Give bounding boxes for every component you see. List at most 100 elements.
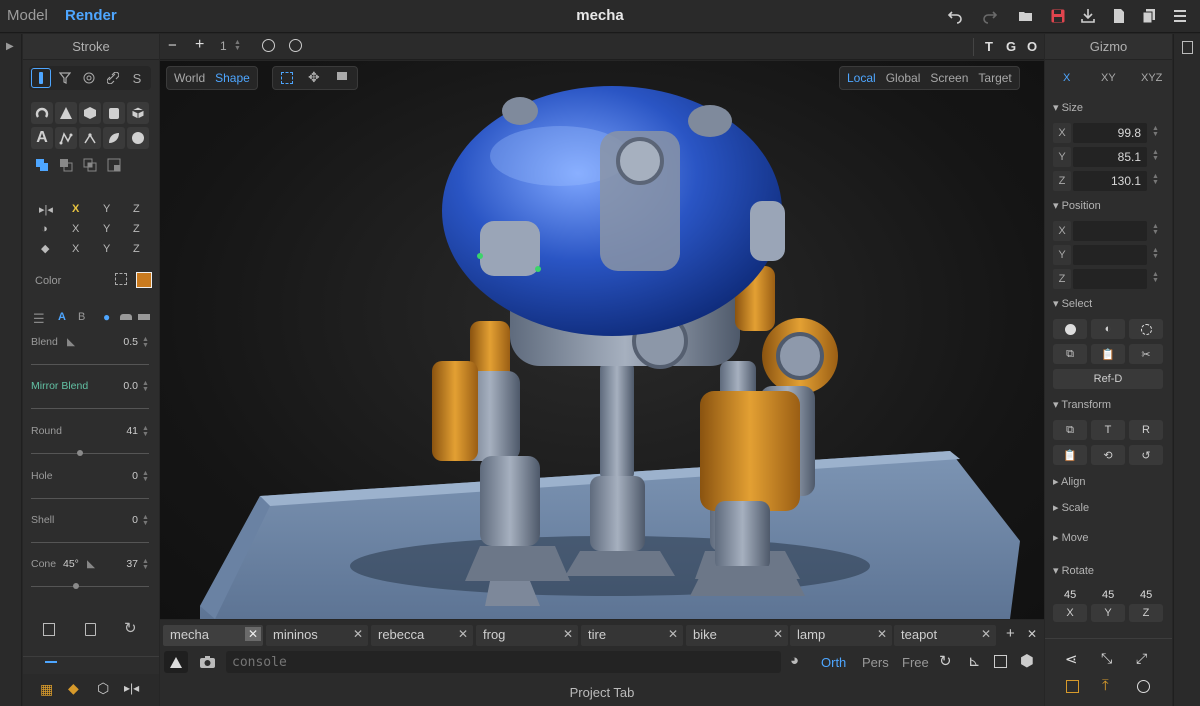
cube-icon[interactable] <box>127 102 149 124</box>
orient-toggle[interactable]: O <box>1027 39 1037 54</box>
round-value[interactable]: 41 <box>118 425 138 437</box>
union-mode-icon[interactable] <box>31 154 53 176</box>
console-input[interactable] <box>226 651 781 673</box>
menu-icon[interactable] <box>1170 6 1190 26</box>
move-section[interactable]: ▸ Move <box>1053 531 1088 544</box>
perspective-button[interactable]: Pers <box>862 655 889 670</box>
intersect-mode-icon[interactable] <box>79 154 101 176</box>
transform-r-button[interactable]: R <box>1129 420 1163 440</box>
sym-x-toggle[interactable]: X <box>72 223 79 235</box>
rotate-z-button[interactable]: Z <box>1129 604 1163 622</box>
gizmo-toggle[interactable]: G <box>1006 39 1016 54</box>
undo-icon[interactable] <box>945 6 965 26</box>
link-tool-icon[interactable] <box>103 68 123 88</box>
mirror-blend-value[interactable]: 0.0 <box>118 380 138 392</box>
shape-space-button[interactable]: Shape <box>210 67 255 89</box>
align-section[interactable]: ▸ Align <box>1053 475 1085 488</box>
eyedropper-icon[interactable] <box>115 273 127 285</box>
hole-value[interactable]: 0 <box>118 470 138 482</box>
shape-flat-icon[interactable] <box>120 314 132 320</box>
mirror-toggle-icon[interactable]: ▸|◂ <box>124 681 139 695</box>
text-shape-icon[interactable]: A <box>31 127 53 149</box>
viewport[interactable]: World Shape ✥ Local Global Screen Target <box>160 61 1044 619</box>
settings-sliders-icon[interactable]: ☰ <box>33 311 45 327</box>
sym-z-toggle[interactable]: Z <box>133 223 140 235</box>
transform-undo-icon[interactable]: ↺ <box>1129 445 1163 465</box>
select-all-icon[interactable] <box>1053 319 1087 339</box>
rotate-y-button[interactable]: Y <box>1091 604 1125 622</box>
close-tab-icon[interactable]: ✕ <box>458 627 468 641</box>
hole-slider[interactable] <box>31 498 149 499</box>
select-cut-icon[interactable]: ✂ <box>1129 344 1163 364</box>
project-tab-lamp[interactable]: lamp ✕ <box>790 625 892 646</box>
mirror-blend-stepper-icon[interactable]: ▲ ▼ <box>142 380 149 393</box>
spline-icon[interactable] <box>55 127 77 149</box>
count-value[interactable]: 1 <box>220 39 227 53</box>
axis-view-icon[interactable]: ⊾ <box>968 652 981 670</box>
open-folder-icon[interactable] <box>1016 6 1036 26</box>
paint-mode-icon[interactable] <box>103 154 125 176</box>
mirror-x-toggle[interactable]: X <box>72 203 79 215</box>
hole-stepper-icon[interactable]: ▲ ▼ <box>142 470 149 483</box>
close-tab-icon[interactable]: ✕ <box>981 627 991 641</box>
render-mode-button[interactable]: Render <box>65 7 117 24</box>
move-mode-icon[interactable]: ✥ <box>308 69 320 86</box>
ortho-button[interactable]: Orth <box>821 655 846 670</box>
layout-icon[interactable] <box>994 655 1007 668</box>
stroke-tool-icon[interactable] <box>31 68 51 88</box>
mirror-blend-slider[interactable] <box>31 408 149 409</box>
document-icon[interactable] <box>1182 41 1193 54</box>
transform-paste-icon[interactable]: 📋 <box>1053 445 1087 465</box>
cone-value[interactable]: 37 <box>118 558 138 570</box>
world-space-button[interactable]: World <box>169 67 210 89</box>
close-tab-icon[interactable]: ✕ <box>244 627 261 641</box>
curve-tool-label[interactable]: S <box>127 68 147 88</box>
size-y-input[interactable]: 85.1 <box>1073 147 1147 167</box>
project-tab-frog[interactable]: frog ✕ <box>476 625 578 646</box>
cone-slider-knob[interactable] <box>73 583 79 589</box>
position-x-input[interactable] <box>1073 221 1147 241</box>
target-tool-icon[interactable] <box>79 68 99 88</box>
cube-outline-icon[interactable]: ⬡ <box>97 680 109 697</box>
blend-a-toggle[interactable]: A <box>58 311 66 323</box>
project-tab-rebecca[interactable]: rebecca ✕ <box>371 625 473 646</box>
leaf-icon[interactable] <box>103 127 125 149</box>
rotate-camera-icon[interactable]: ↻ <box>939 652 952 670</box>
position-z-input[interactable] <box>1073 269 1147 289</box>
target-button[interactable]: Target <box>973 67 1016 89</box>
close-tab-icon[interactable]: ✕ <box>563 627 573 641</box>
export-icon[interactable] <box>1078 6 1098 26</box>
translate-toggle[interactable]: T <box>985 39 993 54</box>
global-button[interactable]: Global <box>881 67 926 89</box>
record-icon[interactable] <box>1137 680 1150 693</box>
close-tab-icon[interactable]: ✕ <box>773 627 783 641</box>
project-tab-teapot[interactable]: teapot ✕ <box>894 625 996 646</box>
project-tab-mininos[interactable]: mininos ✕ <box>266 625 368 646</box>
paste-icon[interactable] <box>85 623 96 636</box>
camera-icon[interactable] <box>196 653 218 671</box>
filter-tool-icon[interactable] <box>55 68 75 88</box>
size-x-stepper-icon[interactable]: ▲ ▼ <box>1152 125 1159 138</box>
zoom-out-button[interactable]: − <box>168 37 177 54</box>
size-x-input[interactable]: 99.8 <box>1073 123 1147 143</box>
reset-icon[interactable]: ↻ <box>124 619 137 637</box>
blend-slider[interactable] <box>31 364 149 365</box>
cylinder-icon[interactable] <box>103 102 125 124</box>
size-z-input[interactable]: 130.1 <box>1073 171 1147 191</box>
copy-icon[interactable] <box>43 623 55 636</box>
transform-reset-icon[interactable]: ⟲ <box>1091 445 1125 465</box>
minus-circle-icon[interactable] <box>262 39 275 52</box>
subtract-mode-icon[interactable] <box>55 154 77 176</box>
layers-icon[interactable]: ◆ <box>68 680 79 697</box>
axis-xy-button[interactable]: XY <box>1101 72 1116 84</box>
select-mode-icon[interactable] <box>281 72 293 84</box>
cube-view-icon[interactable]: ⬢ <box>1020 651 1034 671</box>
round-slider-knob[interactable] <box>77 450 83 456</box>
cone-icon[interactable] <box>55 102 77 124</box>
expand-left-icon[interactable]: ▶ <box>6 41 14 52</box>
close-all-tabs-icon[interactable]: ✕ <box>1027 627 1037 641</box>
close-tab-icon[interactable]: ✕ <box>353 627 363 641</box>
shape-box-icon[interactable] <box>138 314 150 320</box>
transform-t-button[interactable]: T <box>1091 420 1125 440</box>
rot-x-toggle[interactable]: X <box>72 243 79 255</box>
